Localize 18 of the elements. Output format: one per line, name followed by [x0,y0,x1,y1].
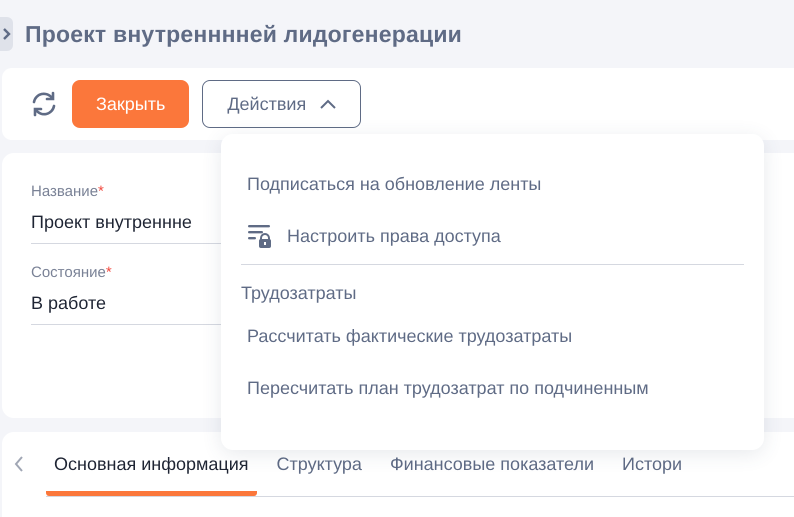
expand-sidebar-button[interactable] [0,17,13,51]
close-button[interactable]: Закрыть [72,80,190,128]
tab[interactable]: Финансовые показатели [382,454,602,496]
tab[interactable]: Истори [614,454,690,496]
tab[interactable]: Основная информация [46,454,257,496]
menu-item[interactable]: Подписаться на обновление ленты [241,170,744,198]
field-label: Название* [31,183,105,200]
tab[interactable]: Структура [268,454,370,496]
caret-icon [320,99,336,109]
field-label: Состояние* [31,264,113,281]
list-lock-icon [247,223,273,249]
chevron-right-icon [2,28,10,40]
actions-button[interactable]: Действия [202,80,362,128]
menu-section-heading: Трудозатраты [241,283,358,304]
menu-item[interactable]: Настроить права доступа [287,226,501,246]
menu-item[interactable]: Рассчитать фактические трудозатраты [241,322,744,350]
page-title: Проект внутренннней лидогенерации [25,20,462,48]
menu-item[interactable]: Пересчитать план трудозатрат по подчиненным [241,374,744,402]
